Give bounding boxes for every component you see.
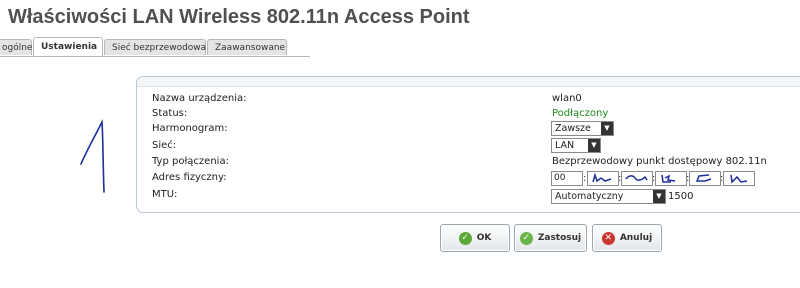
page-title: Właściwości LAN Wireless 802.11n Access … <box>8 6 470 28</box>
mac-colon: : <box>583 173 587 184</box>
cancel-button-label: Anuluj <box>619 233 653 243</box>
connection-type-value: Bezprzewodowy punkt dostępowy 802.11n <box>552 156 767 167</box>
redaction-scribble-icon <box>661 174 676 183</box>
handwritten-mark <box>80 118 105 193</box>
status-label: Status: <box>152 108 188 119</box>
connection-type-label: Typ połączenia: <box>152 156 229 167</box>
checkmark-icon: ✓ <box>458 231 472 245</box>
mac-label: Adres fizyczny: <box>152 172 227 183</box>
chevron-down-icon: ▼ <box>588 139 600 152</box>
mac-octet-5[interactable] <box>689 171 721 186</box>
close-icon: ✕ <box>601 231 615 245</box>
tab-wireless[interactable]: Sieć bezprzewodowa <box>104 39 206 55</box>
mtu-value: 1500 <box>668 191 694 202</box>
ok-button-label: OK <box>476 233 492 243</box>
network-select-value: LAN <box>555 140 575 151</box>
schedule-select-value: Zawsze <box>555 123 591 134</box>
status-value: Podłączony <box>552 108 609 119</box>
tab-advanced[interactable]: Zaawansowane <box>207 39 287 55</box>
mac-octet-4[interactable] <box>655 171 687 186</box>
cancel-button[interactable]: ✕ Anuluj <box>592 224 662 252</box>
mtu-label: MTU: <box>152 189 178 200</box>
mac-octet-1[interactable]: 00 <box>551 171 583 186</box>
tab-divider <box>0 56 310 57</box>
apply-button[interactable]: ✓ Zastosuj <box>514 224 587 252</box>
tab-settings[interactable]: Ustawienia <box>33 37 103 57</box>
redaction-scribble-icon <box>592 173 612 183</box>
device-name-label: Nazwa urządzenia: <box>152 93 247 104</box>
mtu-mode-value: Automatyczny <box>555 191 624 202</box>
mtu-mode-select[interactable]: Automatyczny ▼ <box>551 189 666 204</box>
redaction-scribble-icon <box>695 174 712 182</box>
chevron-down-icon: ▼ <box>653 190 665 203</box>
network-select[interactable]: LAN ▼ <box>551 138 601 153</box>
ok-button[interactable]: ✓ OK <box>440 224 510 252</box>
mac-octet-2[interactable] <box>587 171 619 186</box>
schedule-label: Harmonogram: <box>152 123 228 134</box>
device-name-value: wlan0 <box>552 93 582 104</box>
network-label: Sieć: <box>152 140 177 151</box>
mac-octet-6[interactable] <box>723 171 755 186</box>
apply-button-label: Zastosuj <box>537 233 582 243</box>
redaction-scribble-icon <box>730 174 748 184</box>
redaction-scribble-icon <box>625 175 648 181</box>
mac-octet-3[interactable] <box>621 171 653 186</box>
schedule-select[interactable]: Zawsze ▼ <box>551 121 614 136</box>
tab-general[interactable]: ogólne <box>0 39 32 55</box>
panel-header <box>137 77 800 87</box>
apply-icon: ✓ <box>519 231 533 245</box>
chevron-down-icon: ▼ <box>601 122 613 135</box>
